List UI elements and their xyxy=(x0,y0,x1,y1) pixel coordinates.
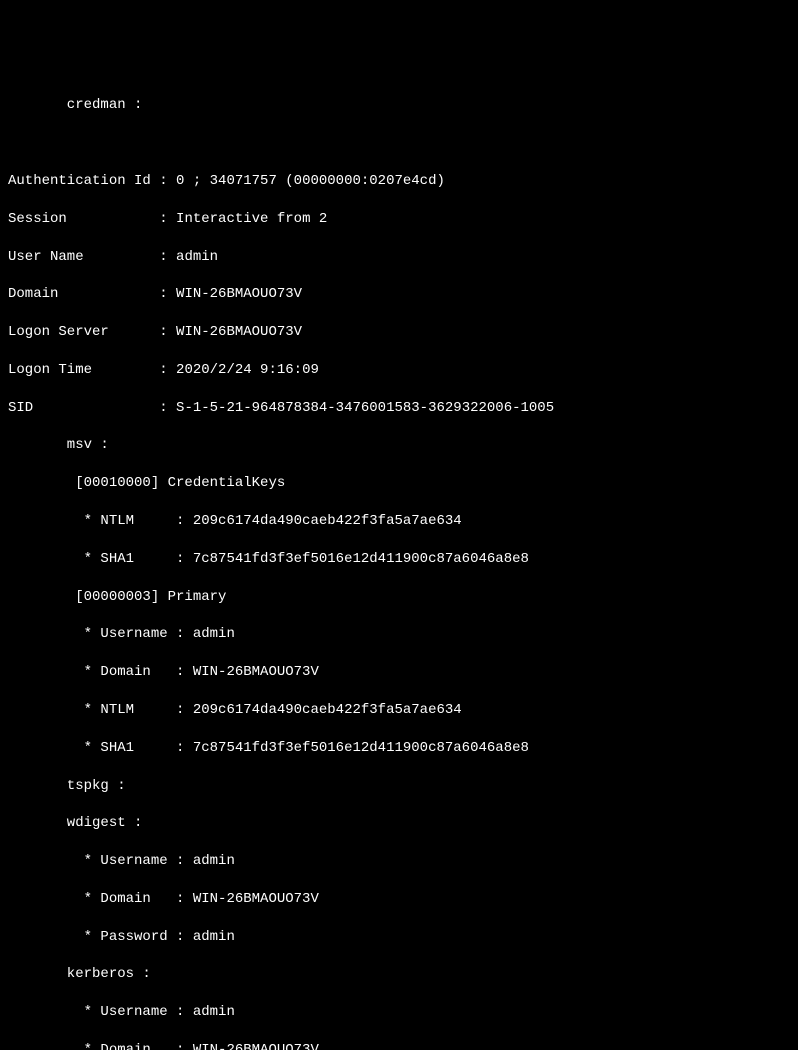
kerberos-dom-label: * Domain : xyxy=(8,1042,184,1050)
sid-label: SID : xyxy=(8,400,168,416)
domain-value: WIN-26BMAOUO73V xyxy=(168,286,302,302)
sid-line: SID : S-1-5-21-964878384-3476001583-3629… xyxy=(8,399,790,418)
logonserver-label: Logon Server : xyxy=(8,324,168,340)
logonserver-value: WIN-26BMAOUO73V xyxy=(168,324,302,340)
wdigest-dom-label: * Domain : xyxy=(8,891,184,907)
session-line: Session : Interactive from 2 xyxy=(8,210,790,229)
username-line: User Name : admin xyxy=(8,248,790,267)
msv-ntlm1-label: * NTLM : xyxy=(8,513,184,529)
msv-sha1-1-value: 7c87541fd3f3ef5016e12d411900c87a6046a8e8 xyxy=(184,551,528,567)
kerberos-user-label: * Username : xyxy=(8,1004,184,1020)
credman-top-line: credman : xyxy=(8,96,790,115)
logontime-line: Logon Time : 2020/2/24 9:16:09 xyxy=(8,361,790,380)
domain-line: Domain : WIN-26BMAOUO73V xyxy=(8,285,790,304)
kerberos-user-line: * Username : admin xyxy=(8,1003,790,1022)
msv-ntlm2-value: 209c6174da490caeb422f3fa5a7ae634 xyxy=(184,702,461,718)
msv-dom-line: * Domain : WIN-26BMAOUO73V xyxy=(8,663,790,682)
wdigest-dom-value: WIN-26BMAOUO73V xyxy=(184,891,318,907)
msv-dom-value: WIN-26BMAOUO73V xyxy=(184,664,318,680)
msv-sha1-1-line: * SHA1 : 7c87541fd3f3ef5016e12d411900c87… xyxy=(8,550,790,569)
wdigest-pass-value: admin xyxy=(184,929,234,945)
msv-primary-text: [00000003] Primary xyxy=(8,589,226,605)
msv-sha1-2-value: 7c87541fd3f3ef5016e12d411900c87a6046a8e8 xyxy=(184,740,528,756)
wdigest-header: wdigest : xyxy=(8,814,790,833)
tspkg-header: tspkg : xyxy=(8,777,790,796)
logontime-value: 2020/2/24 9:16:09 xyxy=(168,362,319,378)
msv-sha1-1-label: * SHA1 : xyxy=(8,551,184,567)
kerberos-dom-line: * Domain : WIN-26BMAOUO73V xyxy=(8,1041,790,1050)
wdigest-user-label: * Username : xyxy=(8,853,184,869)
msv-primary: [00000003] Primary xyxy=(8,588,790,607)
wdigest-pass-line: * Password : admin xyxy=(8,928,790,947)
wdigest-pass-label: * Password : xyxy=(8,929,184,945)
msv-user-value: admin xyxy=(184,626,234,642)
session-label: Session : xyxy=(8,211,168,227)
domain-label: Domain : xyxy=(8,286,168,302)
tspkg-label: tspkg : xyxy=(8,778,126,794)
msv-ntlm2-label: * NTLM : xyxy=(8,702,184,718)
msv-sha1-2-line: * SHA1 : 7c87541fd3f3ef5016e12d411900c87… xyxy=(8,739,790,758)
msv-sha1-2-label: * SHA1 : xyxy=(8,740,184,756)
msv-user-line: * Username : admin xyxy=(8,625,790,644)
auth-id-line: Authentication Id : 0 ; 34071757 (000000… xyxy=(8,172,790,191)
session-value: Interactive from 2 xyxy=(168,211,328,227)
username-value: admin xyxy=(168,249,218,265)
logontime-label: Logon Time : xyxy=(8,362,168,378)
username-label: User Name : xyxy=(8,249,168,265)
msv-credkeys: [00010000] CredentialKeys xyxy=(8,474,790,493)
kerberos-dom-value: WIN-26BMAOUO73V xyxy=(184,1042,318,1050)
blank-line xyxy=(8,134,790,153)
credman-top-label: credman : xyxy=(8,97,142,113)
kerberos-user-value: admin xyxy=(184,1004,234,1020)
wdigest-label: wdigest : xyxy=(8,815,142,831)
kerberos-header: kerberos : xyxy=(8,965,790,984)
msv-ntlm1-value: 209c6174da490caeb422f3fa5a7ae634 xyxy=(184,513,461,529)
msv-user-label: * Username : xyxy=(8,626,184,642)
auth-id-label: Authentication Id : xyxy=(8,173,168,189)
msv-dom-label: * Domain : xyxy=(8,664,184,680)
kerberos-label: kerberos : xyxy=(8,966,151,982)
msv-ntlm2-line: * NTLM : 209c6174da490caeb422f3fa5a7ae63… xyxy=(8,701,790,720)
logonserver-line: Logon Server : WIN-26BMAOUO73V xyxy=(8,323,790,342)
msv-credkeys-text: [00010000] CredentialKeys xyxy=(8,475,285,491)
wdigest-user-line: * Username : admin xyxy=(8,852,790,871)
sid-value: S-1-5-21-964878384-3476001583-3629322006… xyxy=(168,400,554,416)
msv-label: msv : xyxy=(8,437,109,453)
msv-ntlm1-line: * NTLM : 209c6174da490caeb422f3fa5a7ae63… xyxy=(8,512,790,531)
wdigest-dom-line: * Domain : WIN-26BMAOUO73V xyxy=(8,890,790,909)
terminal-output: credman : Authentication Id : 0 ; 340717… xyxy=(0,76,798,1050)
auth-id-value: 0 ; 34071757 (00000000:0207e4cd) xyxy=(168,173,445,189)
msv-header: msv : xyxy=(8,436,790,455)
wdigest-user-value: admin xyxy=(184,853,234,869)
